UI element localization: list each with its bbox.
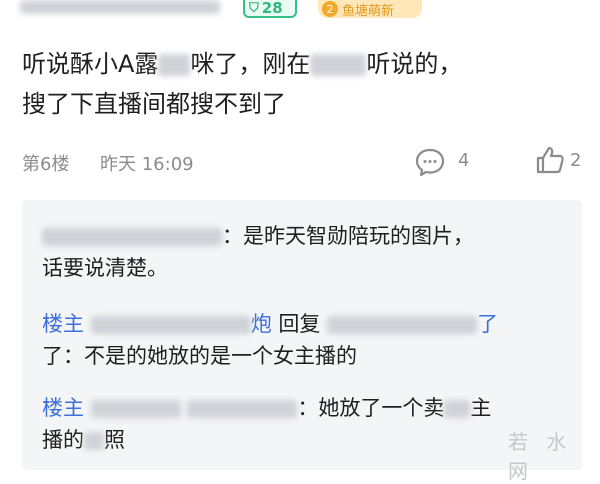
level-badge: ⛉ 28 xyxy=(243,0,297,18)
reply-author-blurred[interactable] xyxy=(90,316,251,334)
host-label: 楼主 xyxy=(42,396,84,420)
fan-badge-label: 鱼塘萌新 xyxy=(342,3,395,19)
username-blurred[interactable] xyxy=(20,0,220,14)
reply-text-line2: 播的 xyxy=(42,428,84,452)
reply-panel: ：是昨天智勋陪玩的图片， 话要说清楚。 楼主 炮 回复 了 了：不是的她放的是一… xyxy=(22,200,582,470)
blurred-text xyxy=(84,432,104,450)
post-text-part3: 听说的， xyxy=(366,50,463,78)
post-meta: 第6楼 昨天 16:09 4 2 xyxy=(22,146,582,178)
fan-badge-number: 2 xyxy=(322,1,338,17)
post-content: 听说酥小A露 咪了，刚在 听说的， 搜了下直播间都搜不到了 xyxy=(22,44,582,124)
reply-author-partial[interactable]: 炮 xyxy=(251,312,272,336)
reply-target-partial[interactable]: 了 xyxy=(477,312,498,336)
host-label: 楼主 xyxy=(42,312,84,336)
reply-text-line2: 了：不是的她放的是一个女主播的 xyxy=(42,344,357,368)
post-text-part1: 听说酥小A露 xyxy=(22,50,159,78)
blurred-text xyxy=(310,54,367,76)
level-badge-value: 28 xyxy=(261,0,283,17)
blurred-text xyxy=(444,400,471,418)
reply-word: 回复 xyxy=(278,312,321,336)
reply-text: ：她放了一个卖 xyxy=(297,396,445,420)
fan-badge: 2 鱼塘萌新 xyxy=(318,0,422,19)
reply-text: 主 xyxy=(470,396,492,420)
post-time: 昨天 16:09 xyxy=(100,154,194,175)
reply-author-blurred[interactable] xyxy=(90,400,181,418)
reply-author-blurred[interactable] xyxy=(42,228,222,246)
level-shield-icon: ⛉ xyxy=(249,0,259,16)
post-header: ⛉ 28 2 鱼塘萌新 xyxy=(0,0,600,22)
floor-number: 第6楼 xyxy=(22,154,70,175)
like-count: 2 xyxy=(570,150,582,171)
reply-item[interactable]: ：是昨天智勋陪玩的图片， 话要说清楚。 xyxy=(42,220,572,284)
comment-bubble-icon[interactable] xyxy=(414,146,446,178)
reply-text: ：是昨天智勋陪玩的图片， xyxy=(222,224,474,248)
reply-item[interactable]: 楼主 炮 回复 了 了：不是的她放的是一个女主播的 xyxy=(42,308,572,372)
watermark: 若 水 网 xyxy=(508,430,573,483)
blurred-text xyxy=(158,54,191,76)
reply-text-line2: 照 xyxy=(104,428,125,452)
reply-item[interactable]: 楼主 ：她放了一个卖 主 播的照 xyxy=(42,392,572,456)
reply-text-line2: 话要说清楚。 xyxy=(42,256,168,280)
reply-target-blurred[interactable] xyxy=(327,316,478,334)
reply-author-blurred[interactable] xyxy=(187,400,298,418)
thumbs-up-icon[interactable] xyxy=(534,144,566,176)
post-text-part2: 咪了，刚在 xyxy=(190,50,311,78)
comment-count: 4 xyxy=(458,150,470,171)
post-text-line2: 搜了下直播间都搜不到了 xyxy=(22,90,286,118)
